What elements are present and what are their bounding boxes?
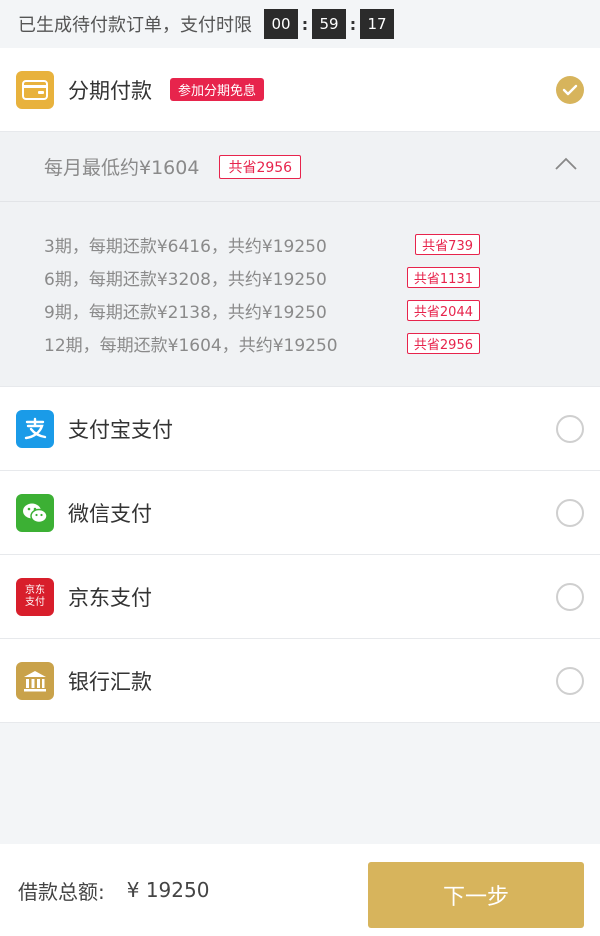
jd-pay-label: 京东支付 <box>68 585 152 610</box>
payment-deadline-bar: 已生成待付款订单，支付时限 00 : 59 : 17 <box>0 0 600 48</box>
plan-save-tag: 共省1131 <box>406 267 480 288</box>
alipay-label: 支付宝支付 <box>68 417 173 442</box>
plan-save-tag: 共省2956 <box>406 333 480 354</box>
wechat-icon <box>16 493 54 532</box>
timer-colon: : <box>349 14 357 34</box>
installment-plans-panel: 每月最低约¥1604 共省2956 3期，每期还款¥6416，共约¥19250 … <box>0 132 600 387</box>
alipay-icon <box>16 409 54 448</box>
total-save-tag: 共省2956 <box>219 154 302 179</box>
jd-pay-radio[interactable] <box>556 583 584 611</box>
payment-option-jd[interactable]: 京东 支付 京东支付 <box>0 555 600 639</box>
timer-seconds: 17 <box>360 9 394 39</box>
alipay-radio[interactable] <box>556 415 584 443</box>
plan-item[interactable]: 9期，每期还款¥2138，共约¥19250 共省2044 <box>44 294 556 327</box>
check-icon <box>562 84 578 96</box>
installment-label: 分期付款 <box>68 78 152 103</box>
card-icon <box>16 70 54 109</box>
payment-option-alipay[interactable]: 支付宝支付 <box>0 387 600 471</box>
bank-radio[interactable] <box>556 667 584 695</box>
jd-pay-icon: 京东 支付 <box>16 577 54 616</box>
countdown-timer: 00 : 59 : 17 <box>264 9 394 39</box>
pending-order-notice: 已生成待付款订单，支付时限 <box>18 15 252 36</box>
interest-free-badge: 参加分期免息 <box>170 78 265 101</box>
wechat-radio[interactable] <box>556 499 584 527</box>
plan-item[interactable]: 6期，每期还款¥3208，共约¥19250 共省1131 <box>44 261 556 294</box>
bank-transfer-label: 银行汇款 <box>68 669 152 694</box>
loan-total-amount: ¥ 19250 <box>126 878 210 902</box>
next-step-button[interactable]: 下一步 <box>368 862 584 928</box>
loan-total-label: 借款总额: <box>18 879 105 904</box>
timer-colon: : <box>301 14 309 34</box>
wechat-label: 微信支付 <box>68 501 152 526</box>
plan-item[interactable]: 12期，每期还款¥1604，共约¥19250 共省2956 <box>44 327 556 360</box>
installment-summary[interactable]: 每月最低约¥1604 共省2956 <box>0 132 600 202</box>
min-monthly-payment: 每月最低约¥1604 <box>44 157 200 179</box>
timer-minutes: 59 <box>312 9 346 39</box>
chevron-up-icon[interactable] <box>554 156 578 175</box>
plan-save-tag: 共省2044 <box>406 300 480 321</box>
checkout-footer: 借款总额: ¥ 19250 下一步 <box>0 844 600 936</box>
bank-icon <box>16 661 54 700</box>
plan-save-tag: 共省739 <box>415 234 480 255</box>
payment-option-wechat[interactable]: 微信支付 <box>0 471 600 555</box>
payment-option-installment[interactable]: 分期付款 参加分期免息 <box>0 48 600 132</box>
timer-hours: 00 <box>264 9 298 39</box>
installment-radio[interactable] <box>556 76 584 104</box>
installment-plan-list: 3期，每期还款¥6416，共约¥19250 共省739 6期，每期还款¥3208… <box>0 202 600 360</box>
payment-option-bank[interactable]: 银行汇款 <box>0 639 600 723</box>
plan-item[interactable]: 3期，每期还款¥6416，共约¥19250 共省739 <box>44 228 556 261</box>
